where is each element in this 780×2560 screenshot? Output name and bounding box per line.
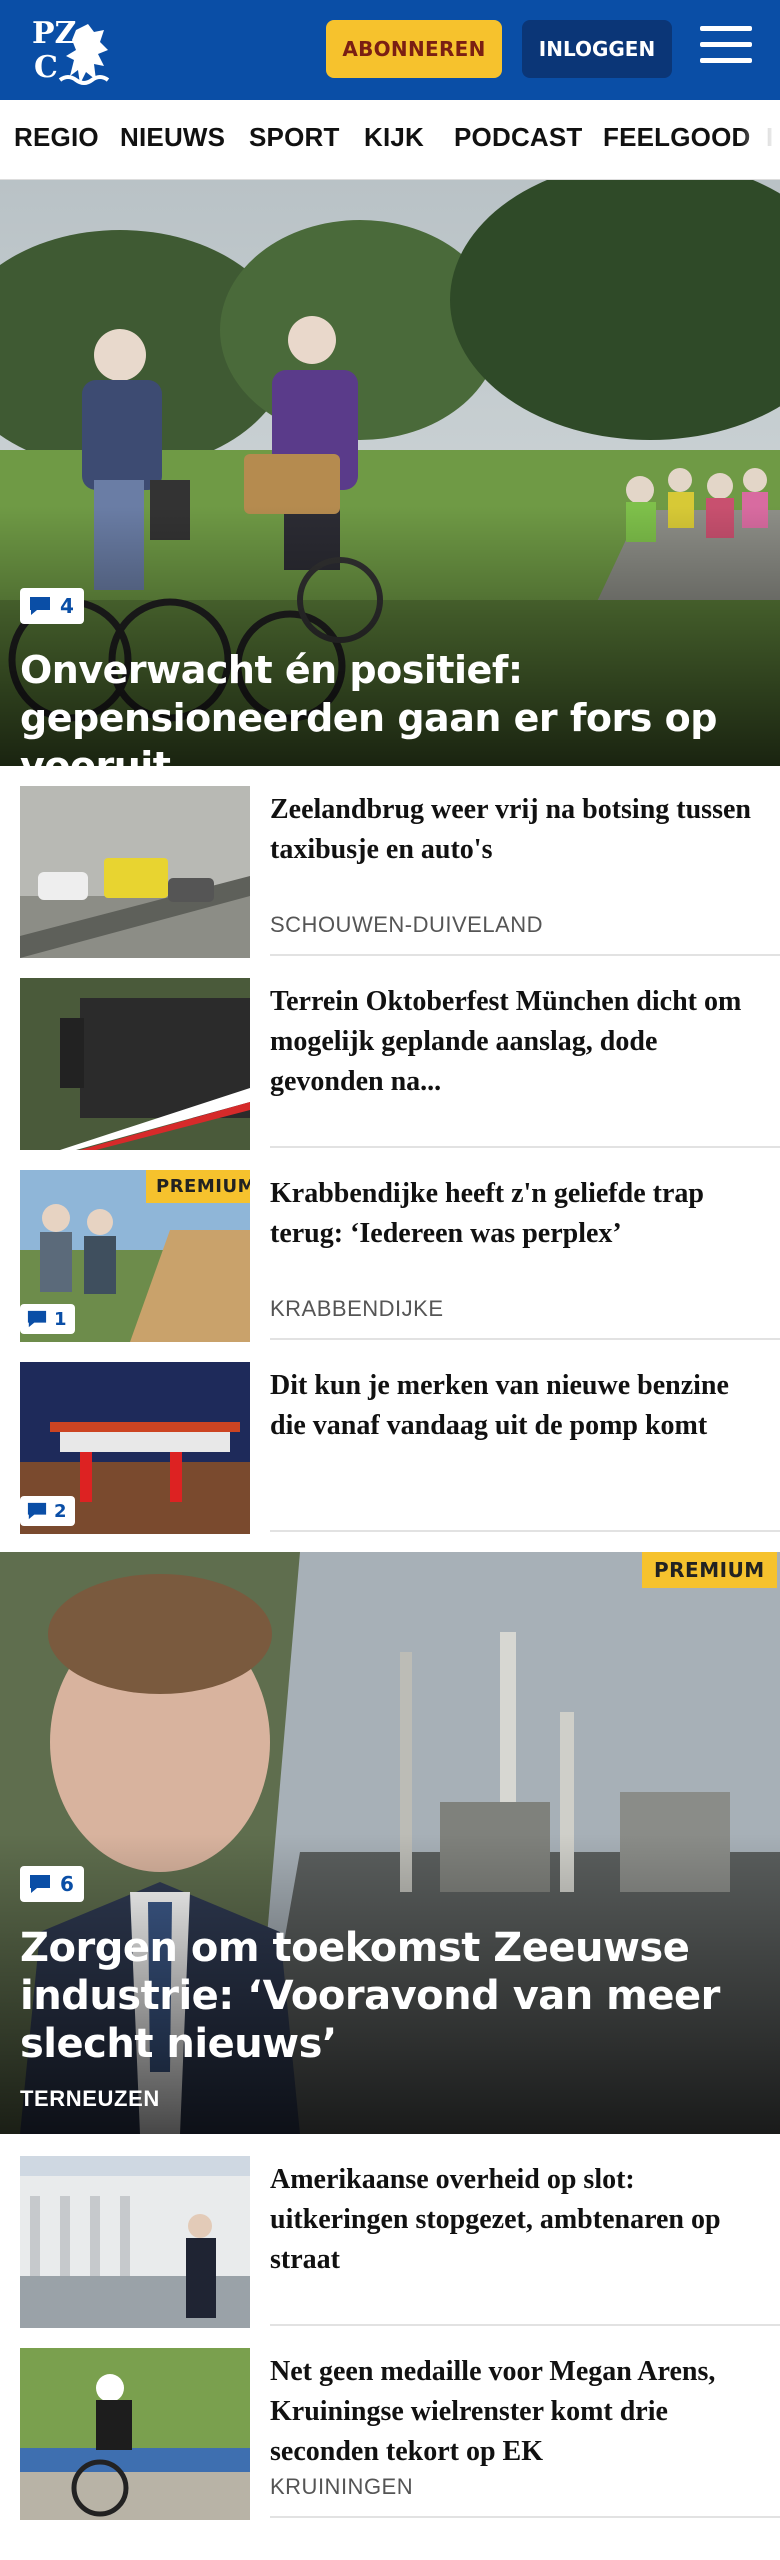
nav-fade: [740, 100, 780, 179]
article-headline: Krabbendijke heeft z'n geliefde trap ter…: [270, 1178, 704, 1249]
article-thumbnail: [20, 786, 250, 958]
comment-count-badge[interactable]: 6: [20, 1866, 84, 1902]
premium-badge: PREMIUM: [146, 1170, 250, 1203]
comment-bubble-icon: [30, 1875, 50, 1893]
hero-article[interactable]: 4 Onverwacht én positief: gepensio­neerd…: [0, 180, 780, 766]
article-headline: Terrein Oktoberfest München dicht om mog…: [270, 986, 742, 1097]
premium-badge: PREMIUM: [642, 1552, 777, 1588]
nav-item-feelgood[interactable]: FEELGOOD: [603, 122, 751, 153]
article-thumbnail: PREMIUM 1: [20, 1170, 250, 1342]
site-logo[interactable]: PZ C: [28, 14, 112, 88]
article-card[interactable]: Amerikaanse overheid op slot: uitkeringe…: [20, 2156, 760, 2328]
hamburger-menu-icon[interactable]: [700, 26, 752, 72]
comment-count: 6: [60, 1872, 74, 1896]
nav-item-regio[interactable]: REGIO: [14, 122, 99, 153]
featured-article[interactable]: PREMIUM 6 Zorgen om toekomst Zeeuwse ind…: [0, 1552, 780, 2134]
featured-location: TERNEUZEN: [20, 2086, 160, 2111]
comment-count-badge[interactable]: 2: [20, 1496, 75, 1526]
subscribe-button[interactable]: ABONNEREN: [326, 20, 502, 78]
nav-item-podcast[interactable]: PODCAST: [454, 122, 583, 153]
comment-count: 1: [54, 1308, 67, 1330]
divider: [270, 1338, 780, 1340]
article-headline: Dit kun je merken van nieuwe benzine die…: [270, 1370, 729, 1441]
site-header: PZ C ABONNEREN INLOGGEN: [0, 0, 780, 100]
divider: [270, 1530, 780, 1532]
comment-count: 2: [54, 1500, 67, 1522]
comment-count-badge[interactable]: 1: [20, 1304, 75, 1334]
article-thumbnail: [20, 2156, 250, 2328]
article-card[interactable]: PREMIUM 1 Krabbendijke heeft z'n geliefd…: [20, 1170, 760, 1342]
article-card[interactable]: 2 Dit kun je merken van nieuwe benzine d…: [20, 1362, 760, 1534]
article-thumbnail: [20, 2348, 250, 2520]
hero-headline[interactable]: Onverwacht én positief: gepensio­neerden…: [20, 646, 740, 766]
section-nav: REGIO NIEUWS SPORT KIJK PODCAST FEELGOOD…: [0, 100, 780, 180]
article-thumbnail: [20, 978, 250, 1150]
divider: [270, 2516, 780, 2518]
comment-bubble-icon: [30, 597, 50, 615]
comment-bubble-icon: [27, 1502, 47, 1520]
comment-count: 4: [60, 594, 74, 618]
login-button[interactable]: INLOGGEN: [522, 20, 672, 78]
featured-headline: Zorgen om toekomst Zeeuwse industrie: ‘V…: [20, 1925, 720, 2067]
article-headline: Zeelandbrug weer vrij na botsing tussen …: [270, 794, 751, 865]
zeeland-lion-icon: [58, 24, 110, 85]
nav-item-sport[interactable]: SPORT: [249, 122, 340, 153]
article-card[interactable]: Zeelandbrug weer vrij na botsing tussen …: [20, 786, 760, 958]
article-location: KRUININGEN: [270, 2474, 414, 2499]
article-headline: Net geen medaille voor Megan Arens, Krui…: [270, 2356, 716, 2467]
nav-item-nieuws[interactable]: NIEUWS: [120, 122, 225, 153]
nav-item-kijk[interactable]: KIJK: [364, 122, 424, 153]
article-headline: Amerikaanse overheid op slot: uitkeringe…: [270, 2164, 721, 2275]
article-thumbnail: 2: [20, 1362, 250, 1534]
article-card[interactable]: Net geen medaille voor Megan Arens, Krui…: [20, 2348, 760, 2520]
article-location: KRABBENDIJKE: [270, 1296, 444, 1321]
article-card[interactable]: Terrein Oktoberfest München dicht om mog…: [20, 978, 760, 1150]
comment-count-badge[interactable]: 4: [20, 588, 84, 624]
comment-bubble-icon: [27, 1310, 47, 1328]
article-location: SCHOUWEN-DUIVELAND: [270, 912, 544, 937]
divider: [270, 1146, 780, 1148]
divider: [270, 954, 780, 956]
divider: [270, 2324, 780, 2326]
